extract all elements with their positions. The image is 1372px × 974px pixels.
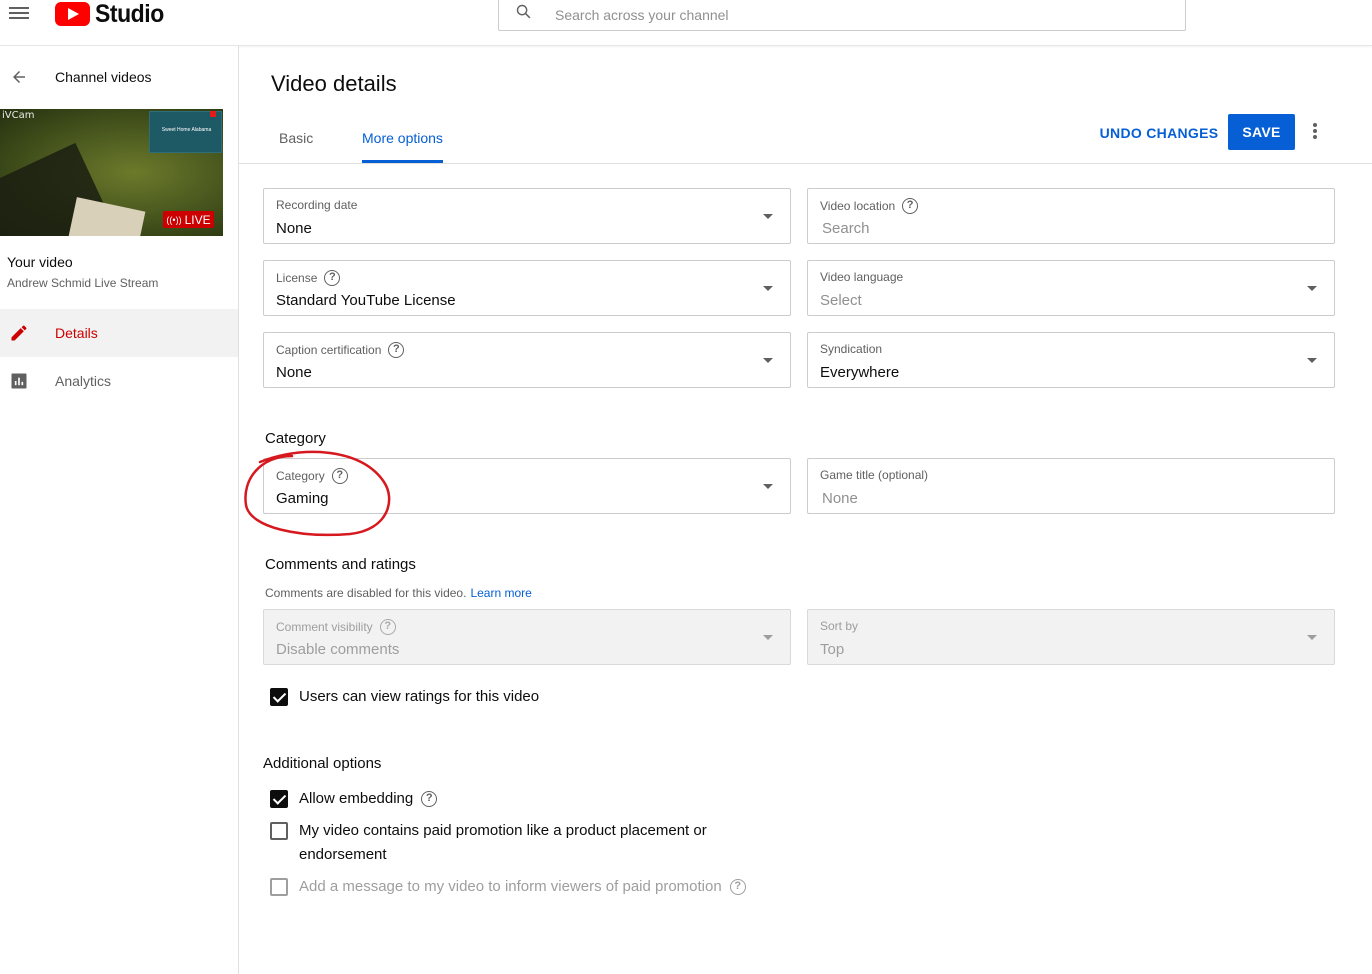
- nav-item-details[interactable]: Details: [0, 309, 238, 357]
- sort-by-label: Sort by: [820, 619, 859, 633]
- help-icon[interactable]: ?: [379, 619, 396, 635]
- help-icon[interactable]: ?: [729, 879, 746, 895]
- pencil-icon: [11, 325, 27, 341]
- studio-logo[interactable]: Studio: [55, 0, 170, 28]
- recording-date-value: None: [276, 220, 312, 237]
- category-select[interactable]: Category? Gaming: [263, 458, 791, 514]
- syndication-value: Everywhere: [820, 364, 900, 381]
- your-video-label: Your video: [7, 254, 73, 270]
- save-button[interactable]: SAVE: [1228, 114, 1295, 150]
- studio-wordmark: Studio: [95, 0, 164, 28]
- caption-certification-value: None: [276, 364, 312, 381]
- paid-promotion-row[interactable]: My video contains paid promotion like a …: [270, 822, 707, 867]
- youtube-play-icon: [55, 2, 90, 26]
- comments-section-title: Comments and ratings: [265, 556, 416, 573]
- tab-more-options[interactable]: More options: [362, 130, 443, 146]
- allow-embedding-label[interactable]: Allow embedding: [299, 787, 413, 811]
- broadcast-icon: ((•)): [166, 214, 182, 225]
- license-select[interactable]: License? Standard YouTube License: [263, 260, 791, 316]
- dropdown-arrow-icon: [763, 286, 773, 291]
- category-value: Gaming: [276, 490, 329, 507]
- dropdown-arrow-icon: [1307, 358, 1317, 363]
- video-thumbnail[interactable]: iVCam Sweet Home Alabama ((•)) LIVE: [0, 109, 223, 236]
- view-ratings-checkbox[interactable]: [270, 688, 288, 706]
- allow-embedding-checkbox[interactable]: [270, 790, 288, 808]
- page-title: Video details: [271, 71, 397, 96]
- live-badge: ((•)) LIVE: [163, 211, 214, 228]
- allow-embedding-row[interactable]: Allow embedding?: [270, 787, 438, 811]
- game-title-label: Game title (optional): [820, 468, 929, 482]
- menu-icon[interactable]: [9, 4, 29, 22]
- thumbnail-camera-text: iVCam: [2, 110, 35, 121]
- dropdown-arrow-icon: [1307, 286, 1317, 291]
- dropdown-arrow-icon: [763, 484, 773, 489]
- thumbnail-card: Sweet Home Alabama: [149, 111, 222, 153]
- add-message-checkbox: [270, 878, 288, 896]
- sort-by-select: Sort by Top: [807, 609, 1335, 665]
- video-location-label: Video location: [820, 199, 896, 213]
- help-icon[interactable]: ?: [324, 270, 341, 286]
- comment-visibility-value: Disable comments: [276, 641, 400, 658]
- video-language-value: Select: [820, 292, 862, 309]
- active-tab-indicator: [362, 160, 443, 163]
- undo-changes-button[interactable]: UNDO CHANGES: [1098, 115, 1220, 150]
- video-location-field[interactable]: Video location? Search: [807, 188, 1335, 244]
- analytics-icon: [11, 373, 27, 389]
- more-vert-icon[interactable]: [1311, 123, 1319, 141]
- search-input[interactable]: [555, 4, 1155, 26]
- help-icon[interactable]: ?: [421, 791, 438, 807]
- help-icon[interactable]: ?: [902, 198, 919, 214]
- comments-subtitle: Comments are disabled for this video. Lea…: [265, 586, 532, 600]
- recording-date-label: Recording date: [276, 198, 358, 212]
- add-message-row: Add a message to my video to inform view…: [270, 878, 746, 899]
- syndication-label: Syndication: [820, 342, 883, 356]
- nav-label-analytics: Analytics: [55, 373, 112, 389]
- license-value: Standard YouTube License: [276, 292, 456, 309]
- sort-by-value: Top: [820, 641, 845, 658]
- video-language-select[interactable]: Video language Select: [807, 260, 1335, 316]
- syndication-select[interactable]: Syndication Everywhere: [807, 332, 1335, 388]
- dropdown-arrow-icon: [1307, 635, 1317, 640]
- search-icon: [516, 4, 531, 19]
- paid-promotion-checkbox[interactable]: [270, 822, 288, 840]
- add-message-label: Add a message to my video to inform view…: [299, 878, 722, 895]
- back-to-channel-videos[interactable]: Channel videos: [0, 60, 238, 94]
- paid-promotion-label[interactable]: My video contains paid promotion like a …: [299, 819, 707, 867]
- additional-options-title: Additional options: [263, 755, 382, 772]
- game-title-input[interactable]: None: [822, 490, 858, 507]
- help-icon[interactable]: ?: [331, 468, 348, 484]
- category-label: Category: [276, 469, 325, 483]
- caption-certification-label: Caption certification: [276, 343, 382, 357]
- channel-name: Andrew Schmid Live Stream: [7, 276, 159, 290]
- search-box[interactable]: [498, 0, 1186, 31]
- nav-label-details: Details: [55, 325, 98, 341]
- license-label: License: [276, 271, 318, 285]
- view-ratings-row[interactable]: Users can view ratings for this video: [270, 688, 539, 709]
- video-language-label: Video language: [820, 270, 904, 284]
- recording-date-select[interactable]: Recording date None: [263, 188, 791, 244]
- category-section-title: Category: [265, 430, 326, 447]
- dropdown-arrow-icon: [763, 635, 773, 640]
- game-title-field[interactable]: Game title (optional) None: [807, 458, 1335, 514]
- top-header: Studio: [0, 0, 1372, 46]
- learn-more-link[interactable]: Learn more: [470, 586, 531, 600]
- video-location-input[interactable]: Search: [822, 220, 870, 237]
- dropdown-arrow-icon: [763, 358, 773, 363]
- dropdown-arrow-icon: [763, 214, 773, 219]
- sidebar: Channel videos iVCam Sweet Home Alabama …: [0, 46, 239, 974]
- view-ratings-label[interactable]: Users can view ratings for this video: [299, 685, 539, 709]
- tab-basic[interactable]: Basic: [279, 130, 313, 146]
- nav-item-analytics[interactable]: Analytics: [0, 357, 238, 405]
- comment-visibility-label: Comment visibility: [276, 620, 373, 634]
- arrow-back-icon[interactable]: [10, 68, 28, 86]
- caption-certification-select[interactable]: Caption certification? None: [263, 332, 791, 388]
- back-label[interactable]: Channel videos: [55, 69, 152, 85]
- comment-visibility-select: Comment visibility? Disable comments: [263, 609, 791, 665]
- help-icon[interactable]: ?: [388, 342, 405, 358]
